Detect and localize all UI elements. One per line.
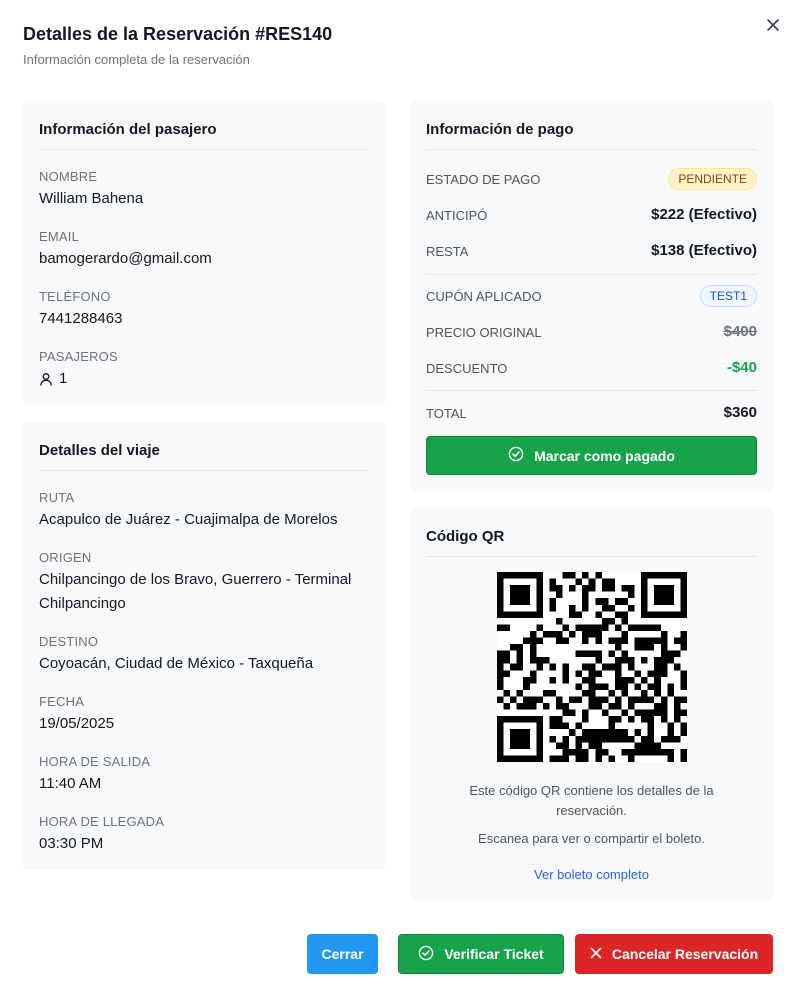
original-price-value: $400 [723, 323, 757, 340]
close-button-label: Cerrar [321, 946, 364, 962]
trip-card-title: Detalles del viaje [39, 442, 160, 459]
payment-info-card: Información de pago ESTADO DE PAGO PENDI… [410, 101, 773, 491]
arrival-label: HORA DE LLEGADA [39, 814, 165, 829]
status-badge: PENDIENTE [668, 168, 757, 190]
passenger-info-card: Información del pasajero NOMBRE William … [23, 101, 386, 405]
route-label: RUTA [39, 490, 75, 505]
name-label: NOMBRE [39, 169, 98, 184]
qr-code-card: Código QR Este código QR contiene los de… [410, 508, 773, 901]
destination-label: DESTINO [39, 634, 99, 649]
departure-label: HORA DE SALIDA [39, 754, 151, 769]
advance-row: ANTICIPÓ $222 (Efectivo) [426, 204, 757, 228]
payment-status-label: ESTADO DE PAGO [426, 172, 541, 187]
passenger-email: bamogerardo@gmail.com [39, 250, 212, 267]
coupon-row: CUPÓN APLICADO TEST1 [426, 285, 757, 309]
original-price-row: PRECIO ORIGINAL $400 [426, 321, 757, 345]
remaining-row: RESTA $138 (Efectivo) [426, 240, 757, 264]
divider [426, 390, 757, 391]
trip-departure: 11:40 AM [39, 775, 102, 792]
divider [426, 149, 757, 150]
original-price-label: PRECIO ORIGINAL [426, 325, 542, 340]
discount-label: DESCUENTO [426, 361, 508, 376]
close-button[interactable]: Cerrar [307, 934, 378, 974]
user-icon [39, 372, 53, 386]
page-title: Detalles de la Reservación #RES140 [23, 24, 333, 44]
remaining-value: $138 (Efectivo) [651, 242, 757, 259]
qr-scan-note: Escanea para ver o compartir el boleto. [478, 831, 705, 846]
view-full-ticket-link[interactable]: Ver boleto completo [410, 867, 773, 882]
phone-label: TELÉFONO [39, 289, 111, 304]
discount-value: -$40 [726, 359, 757, 376]
trip-details-card: Detalles del viaje RUTA Acapulco de Juár… [23, 422, 386, 870]
passengers-count: 1 [59, 370, 68, 387]
page-subtitle: Información completa de la reservación [23, 52, 250, 67]
total-row: TOTAL $360 [426, 402, 757, 426]
payment-card-title: Información de pago [426, 121, 574, 138]
divider [426, 274, 757, 275]
passengers-count-row: 1 [39, 367, 370, 391]
passengers-label: PASAJEROS [39, 349, 118, 364]
payment-status-row: ESTADO DE PAGO PENDIENTE [426, 168, 757, 192]
passenger-card-title: Información del pasajero [39, 121, 217, 138]
verify-ticket-button[interactable]: Verificar Ticket [398, 934, 564, 974]
mark-as-paid-label: Marcar como pagado [534, 447, 675, 464]
qr-code-image [497, 572, 687, 762]
coupon-label: CUPÓN APLICADO [426, 289, 542, 304]
date-label: FECHA [39, 694, 85, 709]
discount-row: DESCUENTO -$40 [426, 357, 757, 381]
verify-ticket-label: Verificar Ticket [444, 946, 544, 962]
total-label: TOTAL [426, 406, 467, 421]
coupon-badge: TEST1 [699, 285, 757, 307]
divider [39, 149, 370, 150]
mark-as-paid-button[interactable]: Marcar como pagado [426, 436, 757, 475]
email-label: EMAIL [39, 229, 80, 244]
reservation-details-modal: Detalles de la Reservación #RES140 Infor… [0, 0, 800, 991]
remaining-label: RESTA [426, 244, 469, 259]
trip-arrival: 03:30 PM [39, 835, 104, 852]
close-icon[interactable] [762, 14, 784, 36]
trip-route: Acapulco de Juárez - Cuajimalpa de Morel… [39, 511, 338, 528]
qr-description: Este código QR contiene los detalles de … [469, 783, 714, 818]
check-circle-icon [418, 945, 434, 964]
trip-date: 19/05/2025 [39, 715, 115, 732]
advance-label: ANTICIPÓ [426, 208, 488, 223]
advance-value: $222 (Efectivo) [651, 206, 757, 223]
passenger-name: William Bahena [39, 190, 144, 207]
cancel-reservation-label: Cancelar Reservación [611, 946, 759, 962]
qr-card-title: Código QR [426, 528, 505, 545]
divider [426, 556, 757, 557]
origin-label: ORIGEN [39, 550, 92, 565]
divider [39, 470, 370, 471]
check-circle-icon [508, 446, 524, 465]
passenger-phone: 7441288463 [39, 310, 123, 327]
trip-destination: Coyoacán, Ciudad de México - Taxqueña [39, 655, 314, 672]
trip-origin: Chilpancingo de los Bravo, Guerrero - Te… [39, 571, 352, 612]
total-value: $360 [723, 404, 757, 421]
cancel-reservation-button[interactable]: Cancelar Reservación [575, 934, 773, 974]
x-icon [590, 946, 602, 962]
